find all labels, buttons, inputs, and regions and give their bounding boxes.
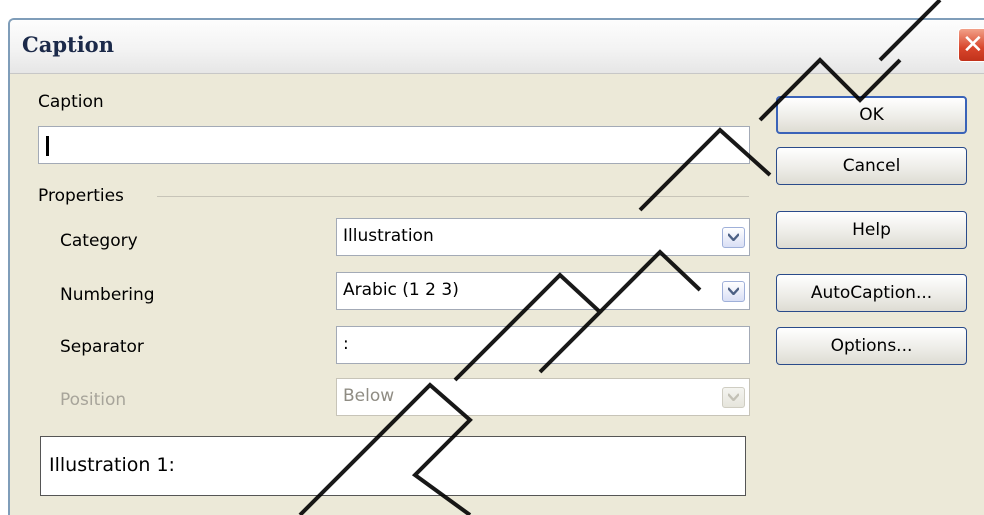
numbering-label: Numbering — [60, 285, 155, 305]
preview-text: Illustration 1: — [49, 454, 175, 476]
properties-group-label: Properties — [38, 186, 124, 206]
separator-input[interactable]: : — [336, 326, 750, 364]
category-value: Illustration — [343, 226, 434, 246]
close-button[interactable]: ✕ — [958, 28, 984, 62]
autocaption-button[interactable]: AutoCaption... — [776, 274, 967, 312]
category-select[interactable]: Illustration — [336, 218, 750, 256]
separator-label: Separator — [60, 337, 144, 357]
options-button[interactable]: Options... — [776, 327, 967, 365]
help-button[interactable]: Help — [776, 211, 967, 249]
chevron-down-icon — [728, 393, 739, 401]
position-value: Below — [343, 386, 395, 406]
properties-divider — [157, 196, 749, 197]
close-icon: ✕ — [962, 30, 984, 60]
chevron-down-icon — [728, 287, 739, 295]
title-bar: Caption ✕ — [10, 20, 984, 74]
category-dropdown-button[interactable] — [722, 227, 745, 248]
numbering-value: Arabic (1 2 3) — [343, 280, 459, 300]
position-dropdown-button — [722, 387, 745, 408]
cancel-button[interactable]: Cancel — [776, 147, 967, 185]
category-label: Category — [60, 231, 138, 251]
caption-label: Caption — [38, 92, 104, 112]
numbering-dropdown-button[interactable] — [722, 281, 745, 302]
position-select: Below — [336, 378, 750, 416]
chevron-down-icon — [728, 233, 739, 241]
text-caret — [46, 136, 49, 156]
caption-dialog: Caption ✕ Caption Properties Category Il… — [8, 18, 984, 515]
caption-preview: Illustration 1: — [40, 436, 746, 496]
separator-value: : — [343, 334, 349, 354]
caption-input[interactable] — [38, 126, 750, 164]
ok-button[interactable]: OK — [776, 96, 967, 134]
position-label: Position — [60, 390, 127, 410]
dialog-title: Caption — [22, 32, 114, 57]
numbering-select[interactable]: Arabic (1 2 3) — [336, 272, 750, 310]
